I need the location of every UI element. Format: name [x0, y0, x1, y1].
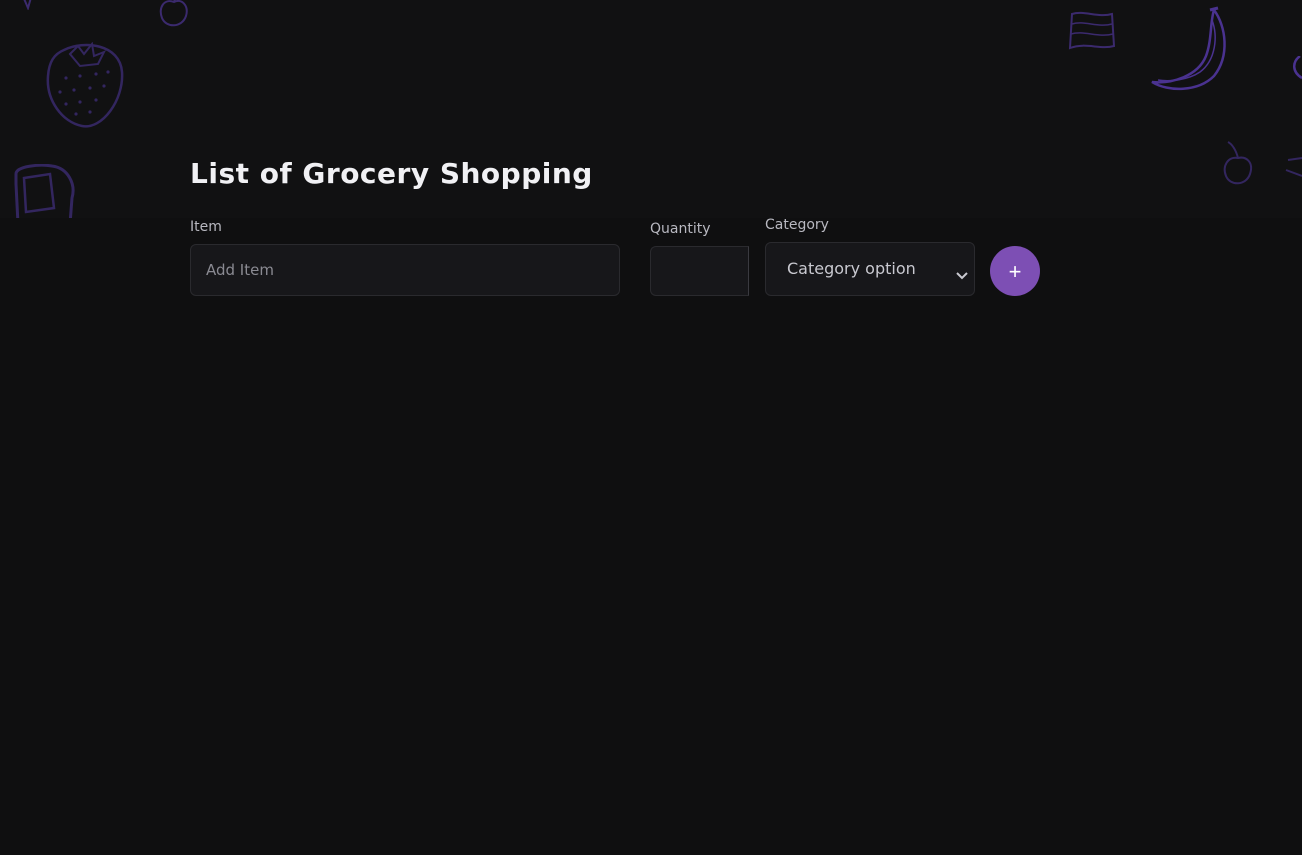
banana-icon — [1148, 6, 1234, 96]
item-input[interactable] — [190, 244, 620, 296]
grocery-page: List of Grocery Shopping Item Quantity C… — [0, 0, 1302, 855]
item-label: Item — [190, 219, 222, 235]
header-band: List of Grocery Shopping — [0, 0, 1302, 218]
leaf-fragment-icon — [1284, 150, 1302, 184]
page-title: List of Grocery Shopping — [190, 157, 593, 190]
quantity-input[interactable] — [650, 246, 749, 296]
category-label: Category — [765, 217, 829, 233]
bacon-icon — [1064, 10, 1118, 54]
strawberry-icon — [44, 42, 128, 132]
add-item-button[interactable]: + — [990, 246, 1040, 296]
chevron-down-icon — [956, 265, 968, 284]
category-selected-value: Category option — [787, 259, 916, 278]
fruit-fragment-icon — [1290, 56, 1302, 80]
star-icon — [18, 0, 38, 10]
quantity-label: Quantity — [650, 221, 711, 237]
apple-icon — [156, 0, 192, 30]
cherry-icon — [1218, 140, 1258, 186]
category-select[interactable]: Category option — [765, 242, 975, 296]
bread-icon — [10, 164, 80, 218]
